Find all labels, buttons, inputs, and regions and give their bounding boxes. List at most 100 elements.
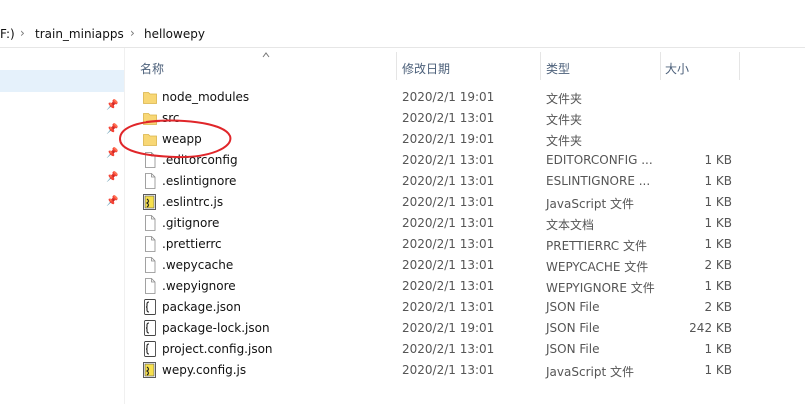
file-size: 2 KB <box>704 300 732 314</box>
file-name: .eslintrc.js <box>162 195 224 209</box>
sort-ascending-icon <box>262 52 270 58</box>
pin-icon: 📌 <box>106 172 119 183</box>
file-icon <box>143 257 157 273</box>
file-date-modified: 2020/2/1 13:01 <box>402 363 495 377</box>
file-date-modified: 2020/2/1 19:01 <box>402 90 495 104</box>
file-date-modified: 2020/2/1 13:01 <box>402 111 495 125</box>
js-file-icon <box>143 194 157 210</box>
file-row[interactable]: .editorconfig 2020/2/1 13:01 EDITORCONFIG … <box>124 150 805 171</box>
file-type: JSON File <box>546 342 600 356</box>
file-row[interactable]: src 2020/2/1 13:01 文件夹 <box>124 108 805 129</box>
file-type: JavaScript 文件 <box>546 197 634 211</box>
column-size[interactable]: 大小 <box>665 60 689 77</box>
column-divider[interactable] <box>396 52 397 80</box>
file-type: JSON File <box>546 321 600 335</box>
nav-selected-item[interactable] <box>0 70 124 92</box>
breadcrumb-train-miniapps[interactable]: train_miniapps <box>35 27 124 41</box>
file-type: EDITORCONFIG ... <box>546 153 653 167</box>
file-row[interactable]: project.config.json 2020/2/1 13:01 JSON Fi… <box>124 339 805 360</box>
file-name: package.json <box>162 300 242 314</box>
file-type: JSON File <box>546 300 600 314</box>
file-icon <box>143 236 157 252</box>
file-type: 文件夹 <box>546 113 583 127</box>
column-name[interactable]: 名称 <box>140 60 164 77</box>
column-divider[interactable] <box>739 52 740 80</box>
file-date-modified: 2020/2/1 13:01 <box>402 195 495 209</box>
json-file-icon <box>143 299 157 315</box>
file-type: 文件夹 <box>546 134 583 148</box>
file-row[interactable]: package-lock.json 2020/2/1 19:01 JSON File… <box>124 318 805 339</box>
file-date-modified: 2020/2/1 13:01 <box>402 258 495 272</box>
file-icon <box>143 152 157 168</box>
file-size: 1 KB <box>704 342 732 356</box>
file-name: node_modules <box>162 90 250 104</box>
file-date-modified: 2020/2/1 13:01 <box>402 342 495 356</box>
file-date-modified: 2020/2/1 19:01 <box>402 132 495 146</box>
pin-icon: 📌 <box>106 124 119 135</box>
file-type: 文件夹 <box>546 92 583 106</box>
file-row[interactable]: weapp 2020/2/1 19:01 文件夹 <box>124 129 805 150</box>
json-file-icon <box>143 320 157 336</box>
file-type: WEPYCACHE 文件 <box>546 260 649 274</box>
file-size: 1 KB <box>704 237 732 251</box>
file-type: PRETTIERRC 文件 <box>546 239 647 253</box>
file-name: .wepycache <box>162 258 234 272</box>
file-size: 1 KB <box>704 279 732 293</box>
file-date-modified: 2020/2/1 13:01 <box>402 300 495 314</box>
file-row[interactable]: .wepycache 2020/2/1 13:01 WEPYCACHE 文件 2 KB <box>124 255 805 276</box>
file-date-modified: 2020/2/1 13:01 <box>402 174 495 188</box>
file-type: JavaScript 文件 <box>546 365 634 379</box>
pin-icon: 📌 <box>106 196 119 207</box>
folder-icon <box>143 110 157 126</box>
file-row[interactable]: .eslintrc.js 2020/2/1 13:01 JavaScript 文件 1… <box>124 192 805 213</box>
file-name: package-lock.json <box>162 321 270 335</box>
json-file-icon <box>143 341 157 357</box>
file-row[interactable]: .gitignore 2020/2/1 13:01 文本文档 1 KB <box>124 213 805 234</box>
file-name: .eslintignore <box>162 174 237 188</box>
file-type: ESLINTIGNORE ... <box>546 174 651 188</box>
file-row[interactable]: .prettierrc 2020/2/1 13:01 PRETTIERRC 文件 1 … <box>124 234 805 255</box>
file-row[interactable]: node_modules 2020/2/1 19:01 文件夹 <box>124 87 805 108</box>
file-date-modified: 2020/2/1 13:01 <box>402 237 495 251</box>
breadcrumb-drive[interactable]: F:) <box>0 27 15 41</box>
file-date-modified: 2020/2/1 19:01 <box>402 321 495 335</box>
column-header-row: 名称 修改日期 类型 大小 <box>124 48 805 82</box>
file-size: 1 KB <box>704 195 732 209</box>
file-row[interactable]: .eslintignore 2020/2/1 13:01 ESLINTIGNORE … <box>124 171 805 192</box>
file-name: .gitignore <box>162 216 220 230</box>
file-icon <box>143 278 157 294</box>
navigation-pane[interactable]: 📌 📌 📌 📌 📌 <box>0 48 125 404</box>
column-date-modified[interactable]: 修改日期 <box>402 60 450 77</box>
breadcrumb-hellowepy[interactable]: hellowepy <box>144 27 205 41</box>
file-size: 1 KB <box>704 216 732 230</box>
column-type[interactable]: 类型 <box>546 60 570 77</box>
file-row[interactable]: .wepyignore 2020/2/1 13:01 WEPYIGNORE 文件 1 … <box>124 276 805 297</box>
file-icon <box>143 173 157 189</box>
folder-icon <box>143 89 157 105</box>
chevron-right-icon[interactable]: › <box>130 26 135 40</box>
pin-icon: 📌 <box>106 100 119 111</box>
file-name: src <box>162 111 180 125</box>
file-type: 文本文档 <box>546 218 595 232</box>
file-name: .editorconfig <box>162 153 238 167</box>
file-size: 2 KB <box>704 258 732 272</box>
file-name: .prettierrc <box>162 237 222 251</box>
file-date-modified: 2020/2/1 13:01 <box>402 279 495 293</box>
file-type: WEPYIGNORE 文件 <box>546 281 655 295</box>
file-name: wepy.config.js <box>162 363 247 377</box>
file-date-modified: 2020/2/1 13:01 <box>402 153 495 167</box>
js-file-icon <box>143 362 157 378</box>
file-row[interactable]: wepy.config.js 2020/2/1 13:01 JavaScript 文… <box>124 360 805 381</box>
folder-icon <box>143 131 157 147</box>
chevron-right-icon[interactable]: › <box>20 26 25 40</box>
file-name: project.config.json <box>162 342 273 356</box>
file-size: 242 KB <box>689 321 732 335</box>
address-bar[interactable]: F:) › train_miniapps › hellowepy <box>0 18 805 48</box>
file-size: 1 KB <box>704 363 732 377</box>
column-divider[interactable] <box>660 52 661 80</box>
file-name: weapp <box>162 132 202 146</box>
file-name: .wepyignore <box>162 279 236 293</box>
file-date-modified: 2020/2/1 13:01 <box>402 216 495 230</box>
column-divider[interactable] <box>540 52 541 80</box>
file-row[interactable]: package.json 2020/2/1 13:01 JSON File 2 KB <box>124 297 805 318</box>
